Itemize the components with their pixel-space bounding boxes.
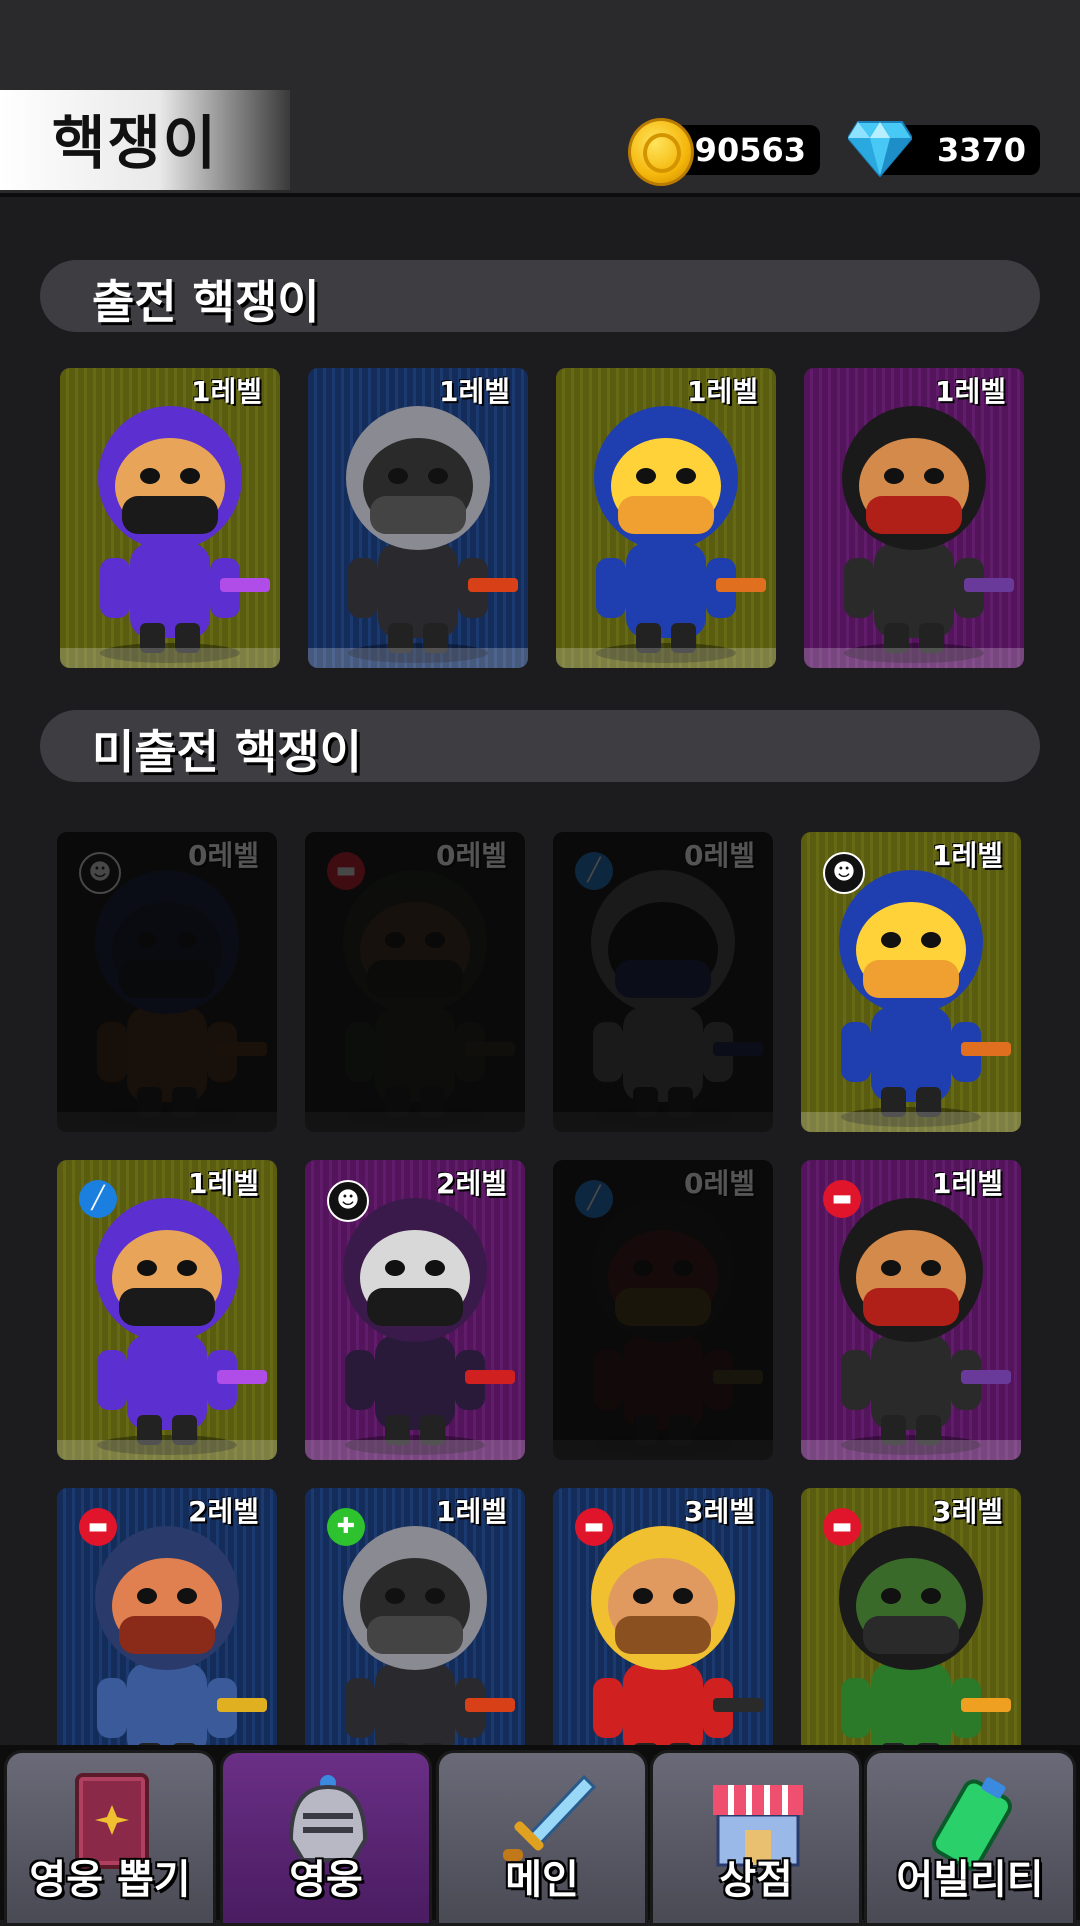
hero-level-label: 2레벨 xyxy=(187,1495,259,1528)
undeployed-section-header: 미출전 핵쟁이 xyxy=(40,710,1040,782)
hero-card[interactable]: ☻ 2레벨 xyxy=(305,1160,525,1460)
hero-card[interactable]: ╱ 0레벨 xyxy=(553,832,773,1132)
card-footer xyxy=(308,648,528,668)
nav-tab-label: 상점 xyxy=(719,1857,793,1903)
hero-level-label: 0레벨 xyxy=(683,839,755,872)
hero-level-label: 0레벨 xyxy=(187,839,259,872)
hero-card[interactable]: ✚ 1레벨 xyxy=(305,1488,525,1788)
card-footer xyxy=(305,1440,525,1460)
hero-level-label: 0레벨 xyxy=(683,1167,755,1200)
hero-level-label: 1레벨 xyxy=(931,839,1003,872)
card-footer xyxy=(60,648,280,668)
nav-tab-battery[interactable]: 어빌리티 xyxy=(864,1750,1076,1926)
wrench-badge-icon: ╱ xyxy=(79,1180,117,1218)
undeployed-section-title: 미출전 핵쟁이 xyxy=(92,725,362,779)
hero-card[interactable]: ☻ 0레벨 xyxy=(57,832,277,1132)
alien-badge-icon: ☻ xyxy=(79,852,121,894)
nav-tab-shop[interactable]: 상점 xyxy=(650,1750,862,1926)
heal-badge-icon: ✚ xyxy=(327,1508,365,1546)
gun-badge-icon: ▬ xyxy=(79,1508,117,1546)
card-footer xyxy=(804,648,1024,668)
alien-badge-icon: ☻ xyxy=(823,852,865,894)
hero-level-label: 0레벨 xyxy=(435,839,507,872)
hero-portrait xyxy=(98,406,270,663)
hero-card[interactable]: ▬ 2레벨 xyxy=(57,1488,277,1788)
hero-level-label: 3레벨 xyxy=(683,1495,755,1528)
hero-level-label: 2레벨 xyxy=(435,1167,507,1200)
card-footer xyxy=(57,1112,277,1132)
wrench-badge-icon: ╱ xyxy=(575,852,613,890)
hero-level-label: 1레벨 xyxy=(190,375,262,408)
gun-badge-icon: ▬ xyxy=(327,852,365,890)
gun-badge-icon: ▬ xyxy=(823,1180,861,1218)
hero-level-label: 1레벨 xyxy=(435,1495,507,1528)
hero-card[interactable]: ☻ 1레벨 xyxy=(801,832,1021,1132)
card-footer xyxy=(801,1112,1021,1132)
gem-amount: 3370 xyxy=(936,131,1026,169)
card-footer xyxy=(553,1112,773,1132)
card-footer xyxy=(801,1440,1021,1460)
hero-level-label: 1레벨 xyxy=(931,1167,1003,1200)
nav-tab-label: 영웅 xyxy=(289,1857,363,1903)
nav-tab-label: 어빌리티 xyxy=(896,1857,1044,1903)
alien-badge-icon: ☻ xyxy=(327,1180,369,1222)
hero-level-label: 3레벨 xyxy=(931,1495,1003,1528)
hero-level-label: 1레벨 xyxy=(187,1167,259,1200)
hero-card[interactable]: ▬ 3레벨 xyxy=(553,1488,773,1788)
gold-amount: 90563 xyxy=(694,131,806,169)
nav-tab-spellbook[interactable]: 영웅 뽑기 xyxy=(4,1750,216,1926)
nav-tab-label: 영웅 뽑기 xyxy=(29,1857,191,1903)
deployed-section-title: 출전 핵쟁이 xyxy=(92,275,320,329)
hero-portrait xyxy=(594,406,766,663)
nav-tab-label: 메인 xyxy=(505,1857,579,1903)
gold-coin-icon xyxy=(628,118,694,186)
gun-badge-icon: ▬ xyxy=(575,1508,613,1546)
wrench-badge-icon: ╱ xyxy=(575,1180,613,1218)
hero-level-label: 1레벨 xyxy=(686,375,758,408)
hero-card[interactable]: ▬ 0레벨 xyxy=(305,832,525,1132)
hero-card[interactable]: 1레벨 xyxy=(60,368,280,668)
hero-level-label: 1레벨 xyxy=(438,375,510,408)
card-footer xyxy=(556,648,776,668)
hero-card[interactable]: 1레벨 xyxy=(556,368,776,668)
hero-level-label: 1레벨 xyxy=(934,375,1006,408)
card-footer xyxy=(57,1440,277,1460)
card-footer xyxy=(553,1440,773,1460)
hero-card[interactable]: 1레벨 xyxy=(804,368,1024,668)
hero-card[interactable]: ▬ 3레벨 xyxy=(801,1488,1021,1788)
hero-card[interactable]: ╱ 0레벨 xyxy=(553,1160,773,1460)
hero-portrait xyxy=(346,406,518,663)
hero-card[interactable]: 1레벨 xyxy=(308,368,528,668)
deployed-section-header: 출전 핵쟁이 xyxy=(40,260,1040,332)
nav-tab-helmet[interactable]: 영웅 xyxy=(220,1750,432,1926)
hero-portrait xyxy=(842,406,1014,663)
diamond-icon xyxy=(848,121,912,178)
nav-tab-sword[interactable]: 메인 xyxy=(436,1750,648,1926)
gun-badge-icon: ▬ xyxy=(823,1508,861,1546)
hero-card[interactable]: ╱ 1레벨 xyxy=(57,1160,277,1460)
page-title: 핵쟁이 xyxy=(52,109,219,177)
hero-card[interactable]: ▬ 1레벨 xyxy=(801,1160,1021,1460)
card-footer xyxy=(305,1112,525,1132)
